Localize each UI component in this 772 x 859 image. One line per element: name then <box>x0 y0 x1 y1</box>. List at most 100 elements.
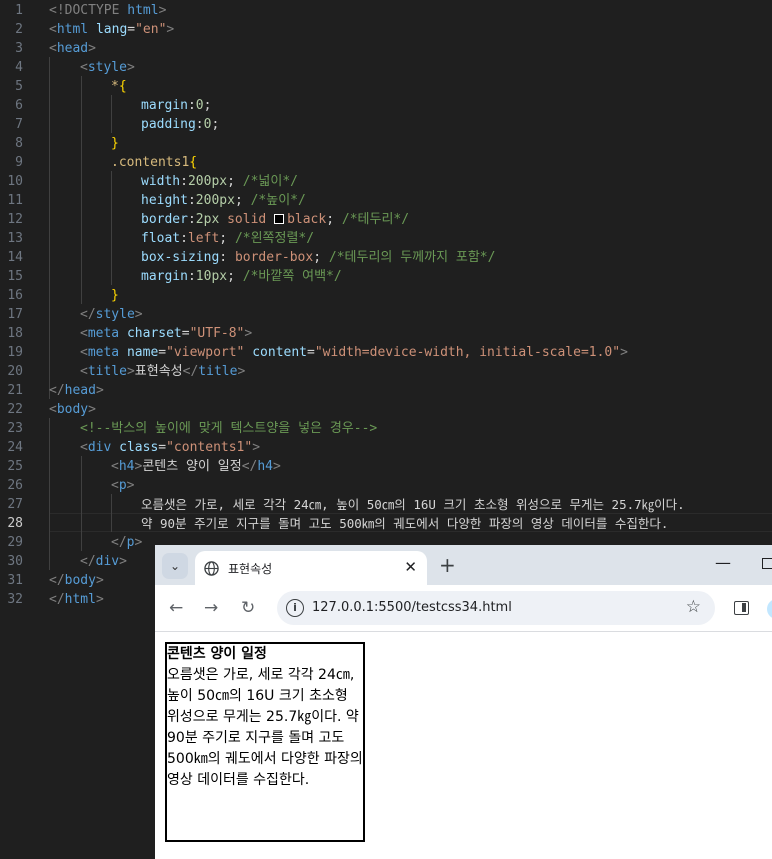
forward-button[interactable]: → <box>204 598 218 618</box>
line-number: 1 <box>15 3 23 18</box>
code-line[interactable]: 14 box-sizing: border-box; /*테두리의 두께까지 포함… <box>0 248 772 267</box>
line-number: 30 <box>7 554 23 569</box>
line-number: 3 <box>15 41 23 56</box>
line-number: 12 <box>7 212 23 227</box>
code-line[interactable]: 10 width:200px; /*넓이*/ <box>0 172 772 191</box>
line-number: 23 <box>7 421 23 436</box>
code-text: </html> <box>49 592 104 607</box>
code-text: <div class="contents1"> <box>80 440 261 455</box>
code-line[interactable]: 9 .contents1{ <box>0 153 772 172</box>
code-line[interactable]: 2 <html lang="en"> <box>0 20 772 39</box>
code-line[interactable]: 21 </head> <box>0 381 772 400</box>
browser-window: ⌄ 표현속성 ✕ + — ← → ↻ i 127.0.0.1:5500/test… <box>155 545 772 859</box>
code-text: <head> <box>49 41 96 56</box>
code-line[interactable]: 23 <!--박스의 높이에 맞게 텍스트양을 넣은 경우--> <box>0 419 772 438</box>
line-number: 32 <box>7 592 23 607</box>
code-line[interactable]: 7 padding:0; <box>0 115 772 134</box>
code-text: 오름샛은 가로, 세로 각각 24㎝, 높이 50㎝의 16U 크기 초소형 위… <box>141 497 685 512</box>
code-text: width:200px; /*넓이*/ <box>141 174 298 189</box>
code-text: </body> <box>49 573 104 588</box>
code-line[interactable]: 13 float:left; /*왼쪽정렬*/ <box>0 229 772 248</box>
code-line[interactable]: 5 *{ <box>0 77 772 96</box>
code-line[interactable]: 28 약 90분 주기로 지구를 돌며 고도 500㎞의 궤도에서 다양한 파장의… <box>0 514 772 533</box>
code-text: <body> <box>49 402 96 417</box>
globe-icon <box>204 561 219 576</box>
line-number: 19 <box>7 345 23 360</box>
code-text: <title>표현속성</title> <box>80 364 246 379</box>
line-number: 9 <box>15 155 23 170</box>
code-text: .contents1{ <box>111 155 198 170</box>
line-number: 29 <box>7 535 23 550</box>
code-text: margin:10px; /*바깥쪽 여백*/ <box>141 269 342 284</box>
line-number: 31 <box>7 573 23 588</box>
code-text: *{ <box>111 79 127 94</box>
maximize-button[interactable] <box>762 558 772 569</box>
url-text[interactable]: 127.0.0.1:5500/testcss34.html <box>312 600 512 615</box>
line-number: 15 <box>7 269 23 284</box>
address-bar[interactable]: i 127.0.0.1:5500/testcss34.html ☆ <box>277 591 715 625</box>
new-tab-button[interactable]: + <box>439 553 456 577</box>
code-text: margin:0; <box>141 98 212 113</box>
code-line[interactable]: 27 오름샛은 가로, 세로 각각 24㎝, 높이 50㎝의 16U 크기 초소형… <box>0 495 772 514</box>
code-text: <style> <box>80 60 135 75</box>
code-line[interactable]: 24 <div class="contents1"> <box>0 438 772 457</box>
bookmark-star-icon[interactable]: ☆ <box>686 597 701 617</box>
code-line[interactable]: 17 </style> <box>0 305 772 324</box>
tab-strip: ⌄ 표현속성 ✕ + — <box>155 545 772 585</box>
code-line[interactable]: 19 <meta name="viewport" content="width=d… <box>0 343 772 362</box>
line-number: 2 <box>15 22 23 37</box>
line-number: 22 <box>7 402 23 417</box>
line-number: 5 <box>15 79 23 94</box>
side-panel-icon[interactable] <box>734 601 749 615</box>
code-line[interactable]: 16} <box>0 286 772 305</box>
line-number: 4 <box>15 60 23 75</box>
code-text: <!--박스의 높이에 맞게 텍스트양을 넣은 경우--> <box>80 421 378 436</box>
avatar[interactable] <box>767 599 772 619</box>
code-text: <!DOCTYPE html> <box>49 3 167 18</box>
back-button[interactable]: ← <box>169 598 183 618</box>
page-paragraph: 오름샛은 가로, 세로 각각 24㎝, 높이 50㎝의 16U 크기 초소형 위… <box>167 667 363 788</box>
tab-search-button[interactable]: ⌄ <box>162 553 188 579</box>
code-line[interactable]: 4 <style> <box>0 58 772 77</box>
color-swatch-icon[interactable] <box>274 214 285 224</box>
code-line[interactable]: 18 <meta charset="UTF-8"> <box>0 324 772 343</box>
browser-toolbar: ← → ↻ i 127.0.0.1:5500/testcss34.html ☆ <box>155 585 772 632</box>
code-line[interactable]: 25 <h4>콘텐츠 양이 일정</h4> <box>0 457 772 476</box>
close-icon[interactable]: ✕ <box>404 558 417 576</box>
code-text: <meta charset="UTF-8"> <box>80 326 253 341</box>
code-text: 약 90분 주기로 지구를 돌며 고도 500㎞의 궤도에서 다양한 파장의 영… <box>141 516 669 531</box>
code-line[interactable]: 1 <!DOCTYPE html> <box>0 1 772 20</box>
code-text: float:left; /*왼쪽정렬*/ <box>141 231 315 246</box>
code-text: <html lang="en"> <box>49 22 175 37</box>
code-line[interactable]: 12 border:2px solid black; /*테두리*/ <box>0 210 772 229</box>
line-number: 6 <box>15 98 23 113</box>
code-line[interactable]: 20 <title>표현속성</title> <box>0 362 772 381</box>
line-number: 16 <box>7 288 23 303</box>
code-line[interactable]: 11 height:200px; /*높이*/ <box>0 191 772 210</box>
code-line[interactable]: 8} <box>0 134 772 153</box>
code-text: <h4>콘텐츠 양이 일정</h4> <box>111 459 281 474</box>
reload-button[interactable]: ↻ <box>241 598 255 618</box>
site-info-icon[interactable]: i <box>286 599 304 617</box>
minimize-button[interactable]: — <box>715 553 731 572</box>
code-line[interactable]: 22 <body> <box>0 400 772 419</box>
page-viewport: 콘텐츠 양이 일정 오름샛은 가로, 세로 각각 24㎝, 높이 50㎝의 16… <box>155 632 772 859</box>
line-number: 7 <box>15 117 23 132</box>
code-text: box-sizing: border-box; /*테두리의 두께까지 포함*/ <box>141 250 496 265</box>
code-line[interactable]: 26 <p> <box>0 476 772 495</box>
contents1-box: 콘텐츠 양이 일정 오름샛은 가로, 세로 각각 24㎝, 높이 50㎝의 16… <box>165 642 365 842</box>
line-number: 27 <box>7 497 23 512</box>
code-text: </style> <box>80 307 143 322</box>
line-number: 21 <box>7 383 23 398</box>
code-text: height:200px; /*높이*/ <box>141 193 306 208</box>
line-number: 14 <box>7 250 23 265</box>
code-text: <p> <box>111 478 135 493</box>
code-text: } <box>111 136 119 151</box>
code-line[interactable]: 3 <head> <box>0 39 772 58</box>
code-text: <meta name="viewport" content="width=dev… <box>80 345 628 360</box>
page-heading: 콘텐츠 양이 일정 <box>167 646 267 662</box>
browser-tab[interactable]: 표현속성 ✕ <box>195 551 427 585</box>
code-text: </head> <box>49 383 104 398</box>
code-line[interactable]: 6 margin:0; <box>0 96 772 115</box>
code-line[interactable]: 15 margin:10px; /*바깥쪽 여백*/ <box>0 267 772 286</box>
